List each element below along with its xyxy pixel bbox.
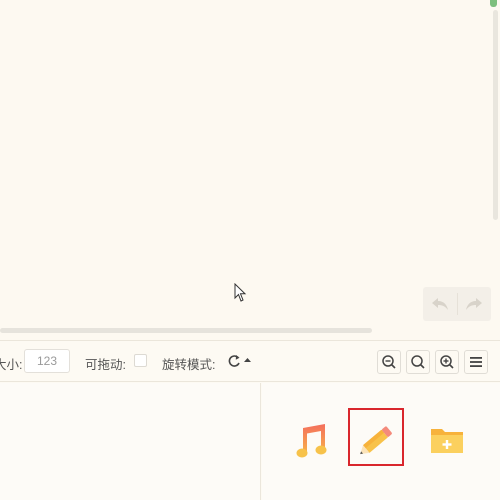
redo-icon [466, 298, 483, 310]
music-icon[interactable] [293, 420, 333, 460]
mouse-cursor-icon [234, 283, 247, 302]
draggable-label: 可拖动: [85, 358, 126, 372]
size-label: 大小: [0, 358, 23, 372]
undo-icon [431, 298, 448, 310]
rotate-mode-label: 旋转模式: [162, 358, 216, 372]
canvas-area[interactable] [0, 0, 500, 340]
zoom-in-button[interactable] [435, 350, 459, 374]
zoom-out-icon [382, 355, 396, 369]
folder-add-icon[interactable] [427, 420, 467, 460]
vertical-scrollbar[interactable] [491, 0, 500, 330]
toolbar: 大小: 可拖动: 旋转模式: [0, 340, 500, 382]
zoom-out-button[interactable] [377, 350, 401, 374]
redo-button[interactable] [458, 287, 492, 321]
undo-redo-group [423, 287, 491, 321]
rotate-icon [228, 355, 251, 367]
horizontal-scroll-thumb[interactable] [0, 328, 372, 333]
undo-button[interactable] [423, 287, 457, 321]
zoom-reset-button[interactable] [406, 350, 430, 374]
size-input[interactable] [24, 349, 70, 373]
menu-button[interactable] [464, 350, 488, 374]
menu-icon [470, 357, 482, 367]
zoom-in-icon [440, 355, 454, 369]
rotate-mode-dropdown[interactable] [224, 350, 256, 372]
left-panel [0, 383, 261, 500]
draggable-checkbox[interactable] [134, 354, 147, 367]
pencil-icon[interactable] [357, 420, 397, 460]
zoom-reset-icon [411, 355, 425, 369]
vertical-scroll-thumb[interactable] [493, 10, 498, 220]
